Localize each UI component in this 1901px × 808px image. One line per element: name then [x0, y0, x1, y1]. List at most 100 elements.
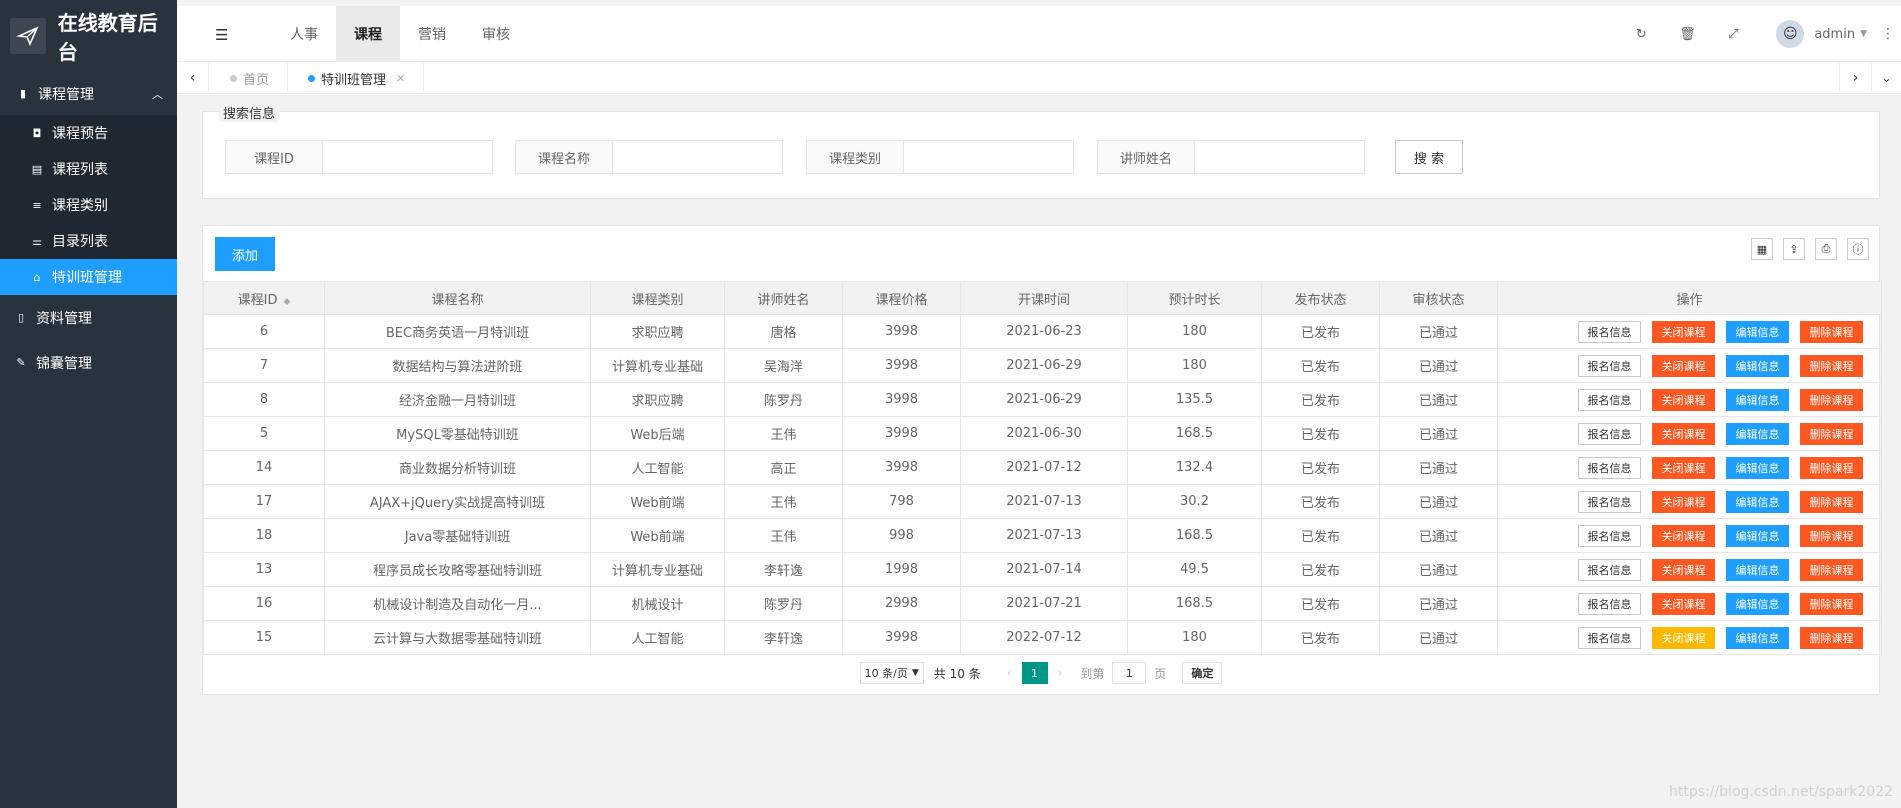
goto-confirm-button[interactable]: 确定 [1182, 662, 1223, 684]
chevron-down-icon[interactable]: ⌄ [1871, 62, 1901, 94]
edit-info-button[interactable]: 编辑信息 [1726, 626, 1789, 649]
top-nav-hr[interactable]: 人事 [272, 6, 336, 62]
refresh-icon[interactable]: ↻ [1618, 27, 1664, 42]
close-course-button[interactable]: 关闭课程 [1652, 354, 1715, 377]
table-row[interactable]: 8 经济金融一月特训班 求职应聘 陈罗丹 3998 2021-06-29 135.5 已发布已… [203, 382, 1882, 417]
table-row[interactable]: 18 Java零基础特训班 Web前端 王伟 998 2021-07-13 168.5 已发布… [203, 518, 1882, 553]
columns-icon[interactable]: ▦ [1751, 238, 1773, 260]
table-row[interactable]: 6 BEC商务英语一月特训班 求职应聘 唐格 3998 2021-06-23 180 已发布已… [203, 314, 1882, 349]
table-row[interactable]: 17 AJAX+jQuery实战提高特训班 Web前端 王伟 798 2021-07-13… [203, 484, 1882, 519]
sort-icon[interactable]: ◆ [283, 297, 290, 307]
tab-home[interactable]: 首页 [210, 62, 289, 94]
table-row[interactable]: 13 程序员成长攻略零基础特训班 计算机专业基础 李轩逸 1998 2021-07-14 4… [203, 552, 1882, 587]
course-category-input[interactable] [904, 140, 1074, 174]
signup-info-button[interactable]: 报名信息 [1578, 592, 1641, 615]
close-course-button[interactable]: 关闭课程 [1652, 524, 1715, 547]
edit-info-button[interactable]: 编辑信息 [1726, 388, 1789, 411]
signup-info-button[interactable]: 报名信息 [1578, 626, 1641, 649]
close-course-button[interactable]: 关闭课程 [1652, 592, 1715, 615]
table-row[interactable]: 7 数据结构与算法进阶班 计算机专业基础 吴海洋 3998 2021-06-29 180 已发… [203, 348, 1882, 383]
fullscreen-icon[interactable]: ⤢ [1710, 27, 1756, 42]
close-course-button[interactable]: 关闭课程 [1652, 490, 1715, 513]
cell-publish-status: 已发布 [1261, 518, 1380, 553]
tab-training-class[interactable]: 特训班管理 ✕ [288, 62, 425, 94]
table-row[interactable]: 16 机械设计制造及自动化一月... 机械设计 陈罗丹 2998 2021-07-21 16… [203, 586, 1882, 621]
user-name[interactable]: admin [1814, 27, 1855, 42]
close-icon[interactable]: ✕ [396, 72, 405, 85]
delete-course-button[interactable]: 删除课程 [1800, 388, 1863, 411]
trash-icon[interactable]: 🗑 [1664, 27, 1710, 42]
delete-course-button[interactable]: 删除课程 [1800, 490, 1863, 513]
logo[interactable]: 在线教育后台 [0, 0, 177, 72]
table-row[interactable]: 15 云计算与大数据零基础特训班 人工智能 李轩逸 3998 2022-07-12 180 已… [203, 620, 1882, 655]
prev-page-icon[interactable]: ‹ [1007, 666, 1012, 680]
sidebar-item-training-class[interactable]: ⌂ 特训班管理 [0, 259, 177, 295]
add-button[interactable]: 添加 [215, 237, 275, 271]
teacher-name-input[interactable] [1195, 140, 1365, 174]
sidebar-item-course-category[interactable]: ≡ 课程类别 [0, 187, 177, 223]
table-row[interactable]: 5 MySQL零基础特训班 Web后端 王伟 3998 2021-06-30 168.5 已发… [203, 416, 1882, 451]
avatar[interactable]: ☺ [1776, 20, 1805, 48]
current-page[interactable]: 1 [1021, 662, 1048, 684]
close-course-button[interactable]: 关闭课程 [1652, 456, 1715, 479]
close-course-button[interactable]: 关闭课程 [1652, 422, 1715, 445]
edit-info-button[interactable]: 编辑信息 [1726, 558, 1789, 581]
delete-course-button[interactable]: 删除课程 [1800, 320, 1863, 343]
menu-toggle-icon[interactable]: ☰ [215, 26, 228, 44]
top-nav-marketing[interactable]: 营销 [400, 6, 464, 62]
signup-info-button[interactable]: 报名信息 [1578, 320, 1641, 343]
delete-course-button[interactable]: 删除课程 [1800, 524, 1863, 547]
sidebar-item-material[interactable]: ▯ 资料管理 [0, 295, 177, 340]
close-course-button[interactable]: 关闭课程 [1652, 626, 1715, 649]
course-name-input[interactable] [613, 140, 783, 174]
delete-course-button[interactable]: 删除课程 [1800, 592, 1863, 615]
info-icon[interactable]: ⓘ [1847, 238, 1869, 260]
edit-info-button[interactable]: 编辑信息 [1726, 490, 1789, 513]
edit-info-button[interactable]: 编辑信息 [1726, 320, 1789, 343]
sidebar-item-catalog-list[interactable]: ⚌ 目录列表 [0, 223, 177, 259]
print-icon[interactable]: ⎙ [1815, 238, 1837, 260]
signup-info-button[interactable]: 报名信息 [1578, 456, 1641, 479]
delete-course-button[interactable]: 删除课程 [1800, 422, 1863, 445]
page-size-select[interactable]: 10 条/页 ▼ [859, 662, 924, 684]
edit-info-button[interactable]: 编辑信息 [1726, 354, 1789, 377]
sidebar-item-course-list[interactable]: ▤ 课程列表 [0, 151, 177, 187]
sidebar-item-tips[interactable]: ✎ 锦囊管理 [0, 340, 177, 385]
close-course-button[interactable]: 关闭课程 [1652, 388, 1715, 411]
more-icon[interactable]: ⋮ [1881, 26, 1895, 42]
search-button[interactable]: 搜 索 [1395, 140, 1463, 174]
close-course-button[interactable]: 关闭课程 [1652, 320, 1715, 343]
edit-info-button[interactable]: 编辑信息 [1726, 524, 1789, 547]
signup-info-button[interactable]: 报名信息 [1578, 422, 1641, 445]
signup-info-button[interactable]: 报名信息 [1578, 490, 1641, 513]
delete-course-button[interactable]: 删除课程 [1800, 626, 1863, 649]
column-header[interactable]: 课程ID ◆ [203, 281, 325, 315]
edit-info-button[interactable]: 编辑信息 [1726, 592, 1789, 615]
table-row[interactable]: 14 商业数据分析特训班 人工智能 高正 3998 2021-07-12 132.4 已发布已… [203, 450, 1882, 485]
signup-info-button[interactable]: 报名信息 [1578, 524, 1641, 547]
next-page-icon[interactable]: › [1058, 666, 1063, 680]
top-nav-course[interactable]: 课程 [336, 6, 400, 62]
sidebar-item-course-preview[interactable]: ◘ 课程预告 [0, 115, 177, 151]
chevron-right-icon[interactable]: › [1839, 62, 1871, 94]
delete-course-button[interactable]: 删除课程 [1800, 354, 1863, 377]
edit-info-button[interactable]: 编辑信息 [1726, 422, 1789, 445]
close-course-button[interactable]: 关闭课程 [1652, 558, 1715, 581]
cell-course-category: 求职应聘 [590, 382, 725, 417]
cell-course-price: 3998 [842, 348, 961, 383]
top-nav-audit[interactable]: 审核 [464, 6, 528, 62]
signup-info-button[interactable]: 报名信息 [1578, 354, 1641, 377]
sidebar-group-course[interactable]: ▮ 课程管理 ︿ [0, 72, 177, 115]
course-id-input[interactable] [323, 140, 493, 174]
delete-course-button[interactable]: 删除课程 [1800, 558, 1863, 581]
chevron-left-icon[interactable]: ‹ [177, 62, 209, 94]
signup-info-button[interactable]: 报名信息 [1578, 388, 1641, 411]
caret-down-icon[interactable]: ▼ [1860, 29, 1867, 39]
signup-info-button[interactable]: 报名信息 [1578, 558, 1641, 581]
export-icon[interactable]: ⇪ [1783, 238, 1805, 260]
goto-page-input[interactable]: 1 [1112, 662, 1147, 684]
edit-info-button[interactable]: 编辑信息 [1726, 456, 1789, 479]
sidebar-item-label: 目录列表 [52, 234, 108, 250]
delete-course-button[interactable]: 删除课程 [1800, 456, 1863, 479]
cell-teacher-name: 吴海洋 [724, 348, 843, 383]
